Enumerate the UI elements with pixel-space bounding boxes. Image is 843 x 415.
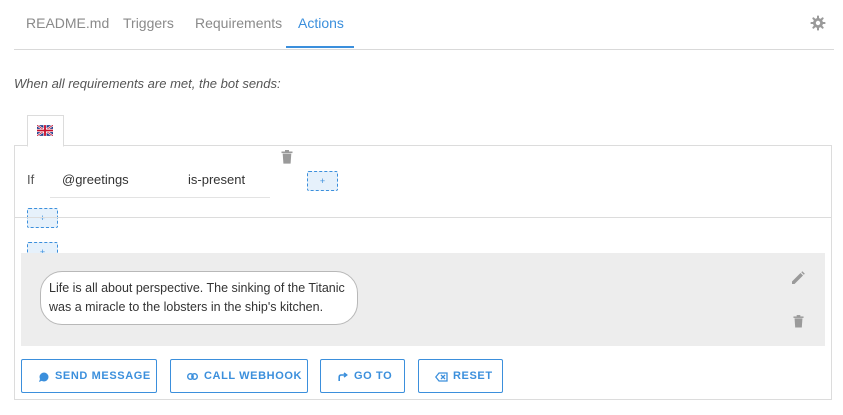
chat-bubble-icon	[39, 372, 49, 382]
active-tab-indicator	[286, 46, 354, 48]
tab-triggers[interactable]: Triggers	[123, 0, 174, 48]
link-icon	[187, 373, 198, 380]
condition-if-label: If	[27, 172, 35, 187]
edit-message-pencil-icon[interactable]	[791, 271, 805, 285]
tab-actions[interactable]: Actions	[298, 0, 344, 48]
uk-flag-icon	[37, 125, 53, 136]
language-tab-en[interactable]	[27, 115, 64, 147]
message-line: was a miracle to the lobsters in the shi…	[49, 300, 324, 314]
send-message-label: SEND MESSAGE	[55, 370, 151, 382]
reset-icon	[435, 372, 448, 382]
tab-readme[interactable]: README.md	[26, 0, 109, 48]
send-message-button[interactable]: SEND MESSAGE	[21, 359, 157, 393]
condition-operator-field[interactable]: is-present	[179, 166, 270, 198]
gear-icon[interactable]	[810, 15, 826, 31]
reset-label: RESET	[453, 370, 493, 382]
add-condition-row-button[interactable]: +	[27, 208, 58, 228]
redirect-icon	[338, 372, 348, 381]
tab-bar: README.md Triggers Requirements Actions	[14, 0, 834, 50]
message-bubble[interactable]: Life is all about perspective. The sinki…	[40, 271, 358, 325]
go-to-label: GO TO	[354, 370, 393, 382]
message-line: Life is all about perspective. The sinki…	[49, 281, 345, 295]
condition-variable-field[interactable]: @greetings	[50, 166, 179, 198]
delete-message-trash-icon[interactable]	[793, 315, 804, 328]
call-webhook-label: CALL WEBHOOK	[204, 370, 303, 382]
delete-condition-trash-icon[interactable]	[281, 150, 293, 164]
tab-requirements[interactable]: Requirements	[195, 0, 282, 48]
call-webhook-button[interactable]: CALL WEBHOOK	[170, 359, 308, 393]
add-condition-inline-button[interactable]: +	[307, 171, 338, 191]
condition-divider	[14, 217, 832, 218]
reset-button[interactable]: RESET	[418, 359, 503, 393]
go-to-button[interactable]: GO TO	[320, 359, 405, 393]
actions-intro-text: When all requirements are met, the bot s…	[14, 76, 281, 91]
